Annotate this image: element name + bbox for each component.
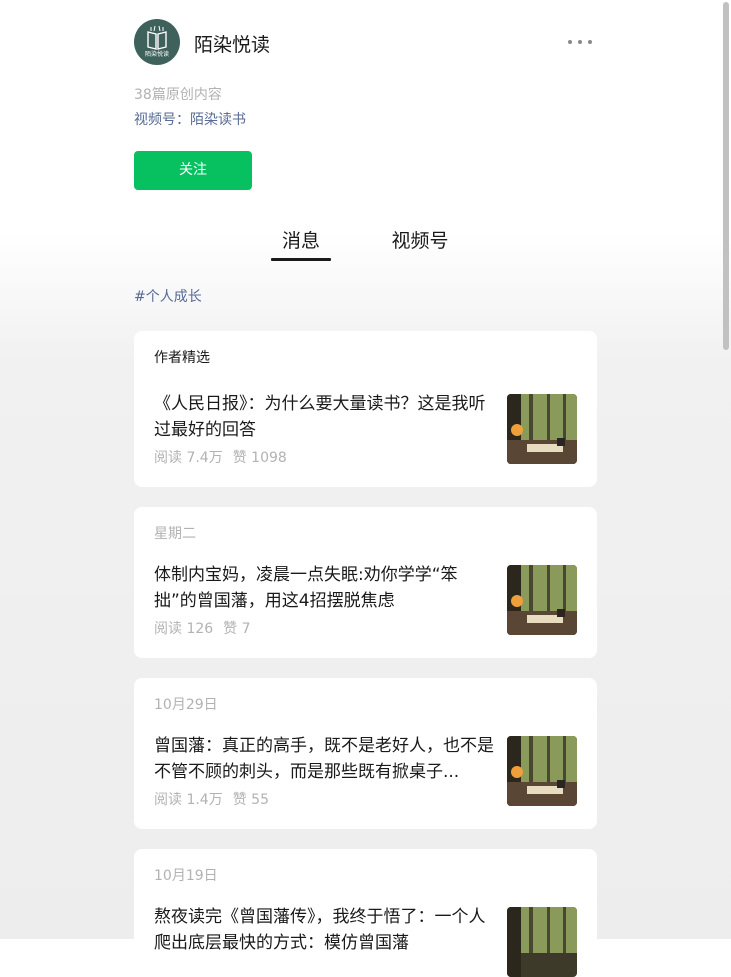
article-stats: 阅读 7.4万赞 1098 [154,447,297,467]
read-count: 阅读 1.4万 [154,792,223,808]
scrollbar-thumb[interactable] [723,2,729,350]
account-avatar[interactable]: 陌染悦读 [134,19,180,65]
like-count: 赞 7 [223,621,251,637]
article-title: 体制内宝妈，凌晨一点失眠:劝你学学“笨拙”的曾国藩，用这4招摆脱焦虑 [154,565,458,611]
article-title: 熬夜读完《曾国藩传》，我终于悟了：一个人爬出底层最快的方式：模仿曾国藩 [154,907,486,953]
article-item[interactable]: 曾国藩：真正的高手，既不是老好人，也不是不管不顾的刺头，而是那些既有掀桌子...… [134,678,597,829]
video-account-link[interactable]: 视频号：陌染读书 [134,109,246,129]
article-stats: 阅读 1.4万赞 55 [154,789,279,809]
article-item[interactable]: 熬夜读完《曾国藩传》，我终于悟了：一个人爬出底层最快的方式：模仿曾国藩 [134,849,597,977]
like-count: 赞 1098 [232,450,287,466]
reading-desk-thumbnail-icon [507,907,577,977]
more-dots-icon[interactable] [568,31,592,51]
reading-desk-thumbnail-icon [507,736,577,806]
active-tab-indicator [271,258,331,261]
article-card: 作者精选 《人民日报》：为什么要大量读书？这是我听过最好的回答 阅读 7.4万赞… [134,331,597,487]
original-count: 38篇原创内容 [134,87,222,103]
article-thumbnail [507,736,577,806]
tab-video-account[interactable]: 视频号 [380,226,460,253]
reading-desk-thumbnail-icon [507,394,577,464]
article-item[interactable]: 《人民日报》：为什么要大量读书？这是我听过最好的回答 阅读 7.4万赞 1098 [134,331,597,487]
content-tabs: 消息 视频号 [134,226,597,262]
read-count: 阅读 7.4万 [154,450,223,466]
article-card: 10月29日 曾国藩：真正的高手，既不是老好人，也不是不管不顾的刺头，而是那些既… [134,678,597,829]
reading-desk-thumbnail-icon [507,565,577,635]
article-thumbnail [507,907,577,977]
follow-button[interactable]: 关注 [134,151,252,190]
article-stats: 阅读 126 赞 7 [154,618,261,638]
account-header: 陌染悦读 陌染悦读 [134,19,597,65]
hashtag-link[interactable]: #个人成长 [134,286,202,306]
article-card: 10月19日 熬夜读完《曾国藩传》，我终于悟了：一个人爬出底层最快的方式：模仿曾… [134,849,597,977]
article-item[interactable]: 体制内宝妈，凌晨一点失眠:劝你学学“笨拙”的曾国藩，用这4招摆脱焦虑 阅读 12… [134,507,597,658]
account-name: 陌染悦读 [194,34,271,56]
like-count: 赞 55 [232,792,269,808]
article-thumbnail [507,394,577,464]
read-count: 阅读 126 [154,621,214,637]
vertical-scrollbar[interactable] [721,0,731,939]
article-title: 《人民日报》：为什么要大量读书？这是我听过最好的回答 [154,394,486,440]
article-title: 曾国藩：真正的高手，既不是老好人，也不是不管不顾的刺头，而是那些既有掀桌子... [154,736,494,782]
article-thumbnail [507,565,577,635]
avatar-text: 陌染悦读 [145,50,169,58]
tab-messages[interactable]: 消息 [271,226,331,253]
book-logo-icon: 陌染悦读 [145,25,169,58]
article-card: 星期二 体制内宝妈，凌晨一点失眠:劝你学学“笨拙”的曾国藩，用这4招摆脱焦虑 阅… [134,507,597,658]
